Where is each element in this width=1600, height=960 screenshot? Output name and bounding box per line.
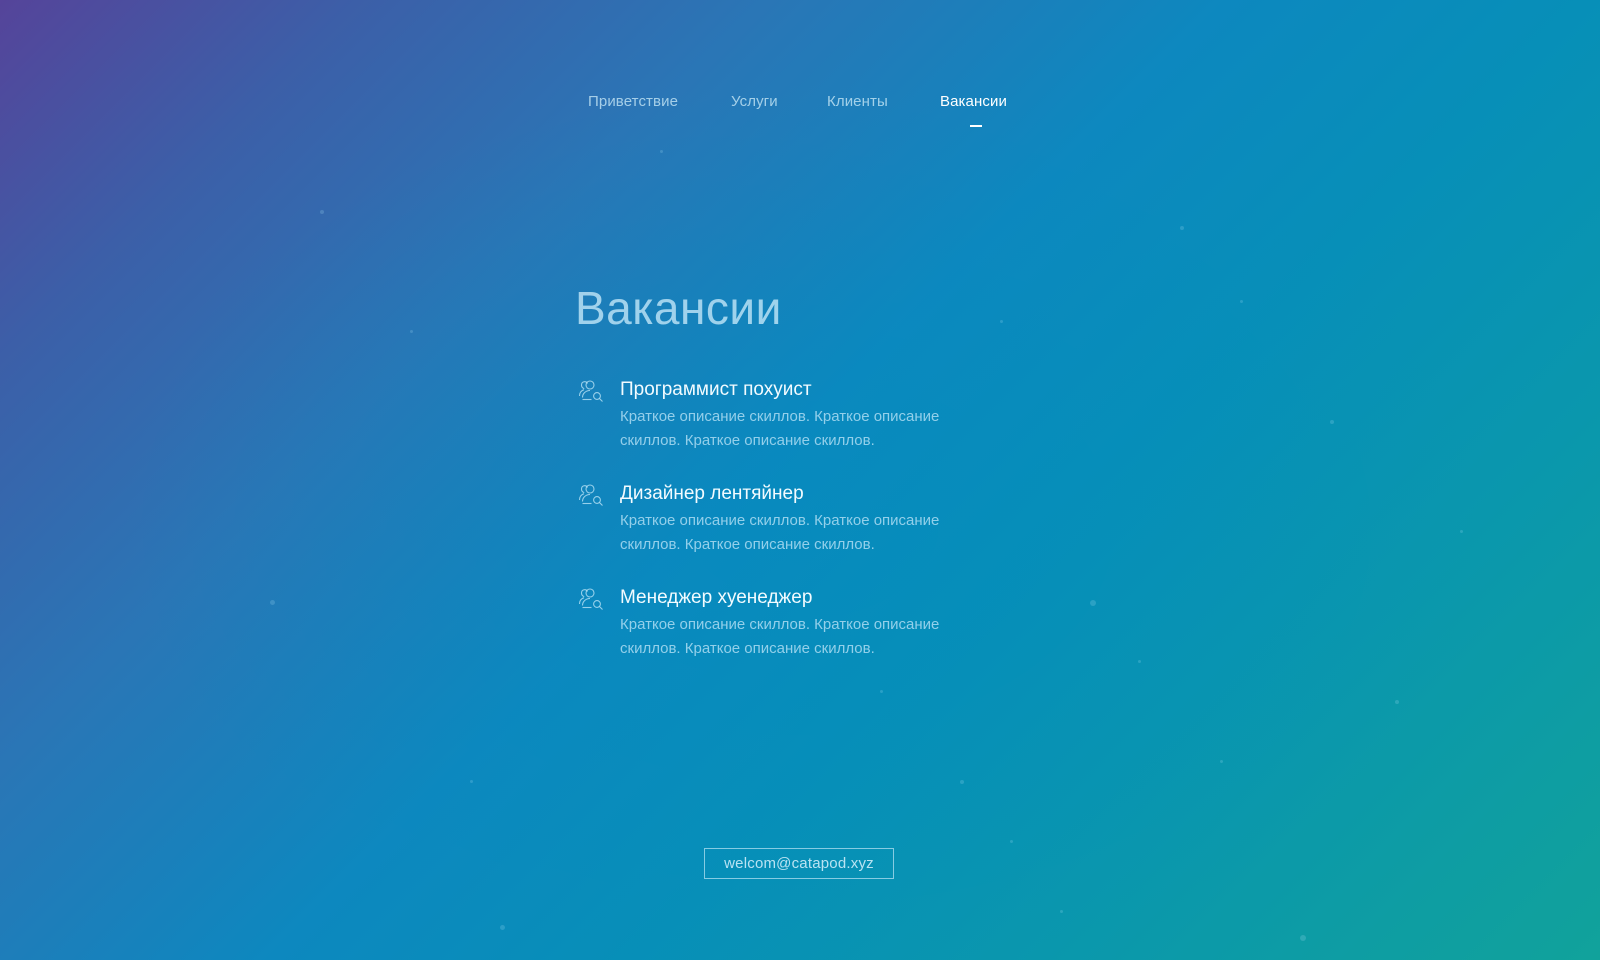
vacancy-description: Краткое описание скиллов. Краткое описан… <box>620 408 940 449</box>
vacancy-description: Краткое описание скиллов. Краткое описан… <box>620 512 940 553</box>
vacancy-description: Краткое описание скиллов. Краткое описан… <box>620 616 940 657</box>
background-particles <box>0 0 1600 960</box>
nav-item-greeting[interactable]: Приветствие <box>588 93 678 110</box>
users-search-icon <box>578 586 604 612</box>
top-navigation: Приветствие Услуги Клиенты Вакансии <box>0 93 1600 133</box>
vacancy-title: Менеджер хуенеджер <box>620 587 813 608</box>
nav-item-clients[interactable]: Клиенты <box>827 93 888 110</box>
page-title: Вакансии <box>575 282 782 334</box>
users-search-icon <box>578 482 604 508</box>
vacancy-title: Программист похуист <box>620 379 812 400</box>
vacancy-title: Дизайнер лентяйнер <box>620 483 804 504</box>
nav-item-services[interactable]: Услуги <box>731 93 778 110</box>
users-search-icon <box>578 378 604 404</box>
nav-active-indicator <box>970 125 982 127</box>
email-contact-button[interactable]: welcom@catapod.xyz <box>704 848 894 879</box>
nav-item-vacancies[interactable]: Вакансии <box>940 93 1007 110</box>
